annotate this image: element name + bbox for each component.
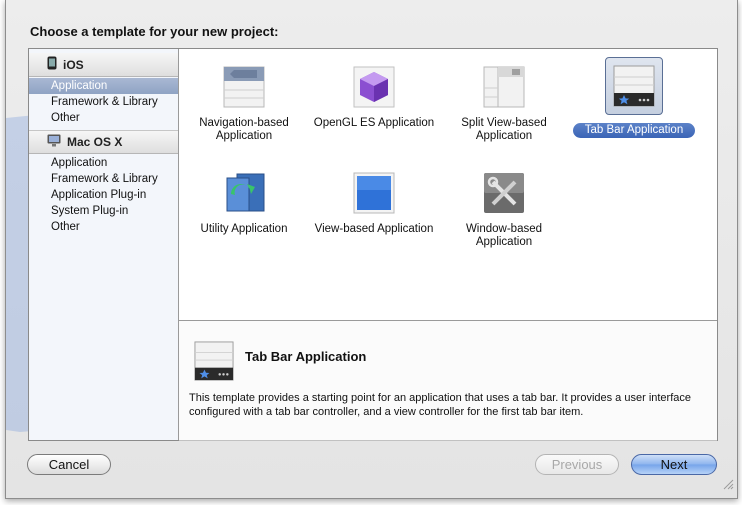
template-window-based[interactable]: Window-based Application bbox=[439, 171, 569, 249]
sidebar-item-ios-application[interactable]: Application bbox=[29, 78, 178, 94]
view-icon bbox=[352, 171, 396, 215]
next-button[interactable]: Next bbox=[631, 454, 717, 475]
sidebar-item-mac-framework-library[interactable]: Framework & Library bbox=[29, 171, 178, 187]
template-tab-bar[interactable]: Tab Bar Application bbox=[569, 57, 699, 138]
template-label: Utility Application bbox=[200, 223, 288, 235]
template-navigation-based[interactable]: Navigation-based Application bbox=[179, 65, 309, 143]
template-opengl-es[interactable]: OpenGL ES Application bbox=[309, 65, 439, 130]
template-grid: Navigation-based Application OpenGL ES A… bbox=[179, 49, 717, 319]
template-label: Window-based Application bbox=[465, 223, 543, 248]
description-title: Tab Bar Application bbox=[245, 349, 367, 364]
mac-os-x-icon bbox=[47, 134, 61, 150]
page-title: Choose a template for your new project: bbox=[30, 24, 279, 39]
template-description-pane: Tab Bar Application This template provid… bbox=[179, 320, 717, 441]
tab-bar-icon bbox=[605, 57, 663, 115]
sidebar-item-mac-application[interactable]: Application bbox=[29, 155, 178, 171]
description-text: This template provides a starting point … bbox=[189, 392, 692, 418]
tools-icon bbox=[482, 171, 526, 215]
template-label: View-based Application bbox=[314, 223, 434, 235]
sidebar-group-label: iOS bbox=[63, 57, 84, 72]
template-category-sidebar: iOS Application Framework & Library Othe… bbox=[29, 49, 179, 440]
template-chooser-panel: iOS Application Framework & Library Othe… bbox=[28, 48, 718, 441]
template-label: Split View-based Application bbox=[461, 117, 547, 142]
sidebar-item-mac-system-plug-in[interactable]: System Plug-in bbox=[29, 203, 178, 219]
navigation-icon bbox=[222, 65, 266, 109]
template-view-based[interactable]: View-based Application bbox=[309, 171, 439, 236]
sidebar-item-mac-other[interactable]: Other bbox=[29, 219, 178, 235]
tab-bar-icon bbox=[194, 341, 234, 386]
sidebar-group-label: Mac OS X bbox=[67, 135, 123, 149]
sidebar-item-ios-other[interactable]: Other bbox=[29, 110, 178, 126]
sidebar-item-mac-application-plug-in[interactable]: Application Plug-in bbox=[29, 187, 178, 203]
new-project-sheet: Choose a template for your new project: … bbox=[5, 0, 738, 499]
template-split-view-based[interactable]: Split View-based Application bbox=[439, 65, 569, 143]
utility-icon bbox=[222, 171, 266, 215]
template-utility[interactable]: Utility Application bbox=[179, 171, 309, 236]
split-view-icon bbox=[482, 65, 526, 109]
resize-grip-icon[interactable] bbox=[723, 477, 734, 495]
sidebar-group-ios: iOS bbox=[29, 53, 178, 77]
previous-button[interactable]: Previous bbox=[535, 454, 619, 475]
sidebar-item-ios-framework-library[interactable]: Framework & Library bbox=[29, 94, 178, 110]
iphone-icon bbox=[47, 56, 57, 73]
template-label: Tab Bar Application bbox=[572, 123, 696, 138]
cancel-button[interactable]: Cancel bbox=[27, 454, 111, 475]
template-label: OpenGL ES Application bbox=[313, 117, 435, 129]
sidebar-group-mac-os-x: Mac OS X bbox=[29, 130, 178, 154]
template-label: Navigation-based Application bbox=[199, 117, 289, 142]
opengl-cube-icon bbox=[352, 65, 396, 109]
